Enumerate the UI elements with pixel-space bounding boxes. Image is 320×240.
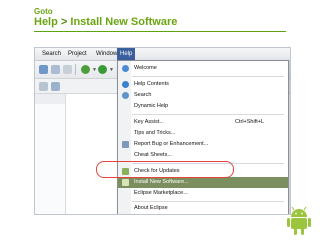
menu-item-install-new-software[interactable]: Install New Software... [118,177,288,188]
menu-item-label: Search [134,92,152,98]
menu-item-label: Key Assist... [134,119,164,125]
menu-item-help-contents[interactable]: Help Contents [118,79,288,90]
menu-item-about[interactable]: About Eclipse [118,203,288,214]
title-arrow: > [60,16,68,28]
toolbar-separator [75,64,76,75]
menu-item-label: Help Contents [134,81,169,87]
menu-item-marketplace[interactable]: Eclipse Marketplace... [118,188,288,199]
pin-icon[interactable] [39,82,48,91]
menu-item-report-bug[interactable]: Report Bug or Enhancement... [118,139,288,150]
menu-item-label: Report Bug or Enhancement... [134,141,209,147]
run-dropdown-icon[interactable]: ▼ [109,67,114,73]
menu-item-shortcut: Ctrl+Shift+L [235,119,265,125]
menu-help[interactable]: Help [117,48,136,60]
title-help: Help [34,16,58,28]
menu-item-label: Welcome [134,65,157,71]
menu-item-dynamic-help[interactable]: Dynamic Help [118,101,288,112]
menu-item-label: Install New Software... [134,179,189,185]
menu-item-key-assist[interactable]: Key Assist... Ctrl+Shift+L [118,117,288,128]
help-icon [122,81,129,88]
menu-item-label: About Eclipse [134,205,168,211]
explorer-tab-area [35,94,65,104]
new-icon[interactable] [39,65,48,74]
menu-search[interactable]: Search [39,48,64,60]
menu-item-search[interactable]: Search [118,90,288,101]
debug-icon[interactable] [81,65,90,74]
eclipse-screenshot: Search Project Window Help ▼ ▼ Welcome H… [34,47,291,215]
package-explorer [35,94,66,214]
debug-dropdown-icon[interactable]: ▼ [92,67,97,73]
print-icon[interactable] [63,65,72,74]
search-icon [122,92,129,99]
menu-project[interactable]: Project [65,48,90,60]
menu-item-label: Cheat Sheets... [134,152,172,158]
slide-title: Help > Install New Software [34,16,177,28]
slide-kicker: Goto [34,7,53,16]
title-install: Install New Software [70,16,178,28]
link-icon[interactable] [51,82,60,91]
help-menu: Welcome Help Contents Search Dynamic Hel… [117,60,289,214]
menu-item-tips[interactable]: Tips and Tricks... [118,128,288,139]
install-icon [122,179,129,186]
save-icon[interactable] [51,65,60,74]
menu-item-label: Dynamic Help [134,103,169,109]
welcome-icon [122,65,129,72]
menu-separator [132,76,284,77]
menu-item-welcome[interactable]: Welcome [118,63,288,74]
menu-separator [132,201,284,202]
bug-icon [122,141,129,148]
menu-item-cheat-sheets[interactable]: Cheat Sheets... [118,150,288,161]
android-logo-icon [287,206,311,235]
menu-separator [132,114,284,115]
run-icon[interactable] [98,65,107,74]
title-divider [34,31,286,32]
menu-item-label: Tips and Tricks... [134,130,176,136]
menu-item-label: Eclipse Marketplace... [134,190,188,196]
highlight-ring [96,161,234,178]
